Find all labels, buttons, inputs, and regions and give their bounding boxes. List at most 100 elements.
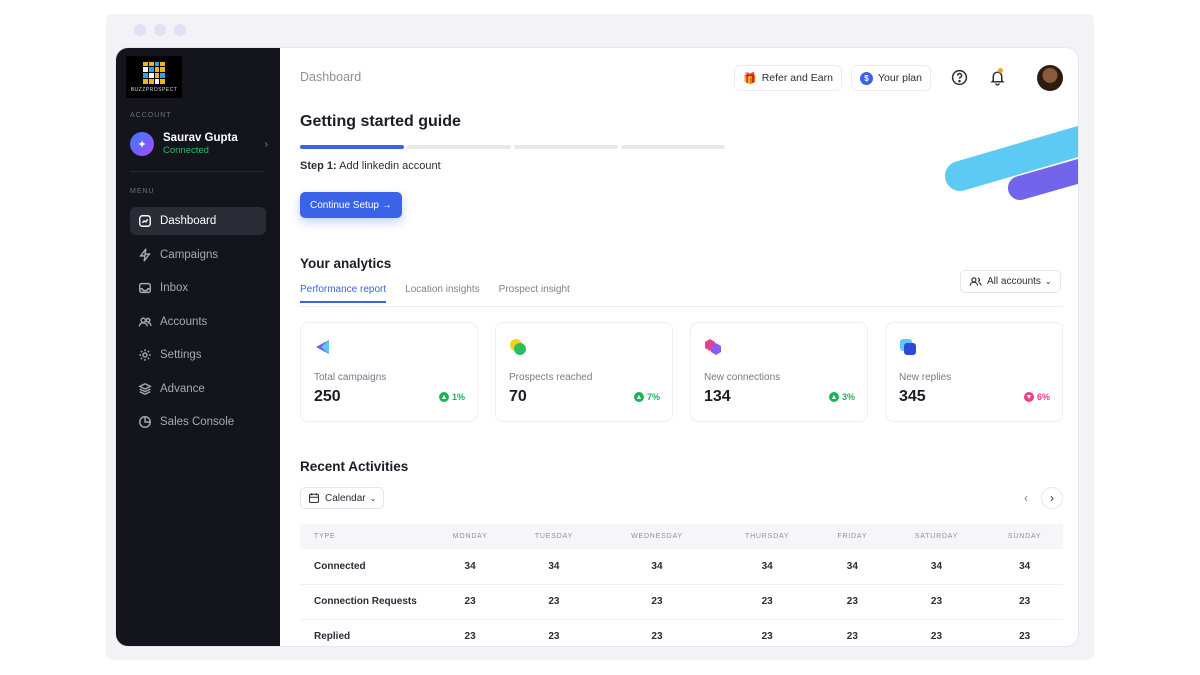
users-icon <box>969 277 982 286</box>
account-avatar: ✦ <box>130 132 154 156</box>
table-cell: 23 <box>716 584 819 620</box>
sidebar-item-settings[interactable]: Settings <box>130 341 266 369</box>
window-dot[interactable] <box>134 24 146 36</box>
user-avatar[interactable] <box>1037 65 1063 91</box>
stat-change-badge: ▲ 7% <box>633 392 660 402</box>
progress-step <box>407 145 511 149</box>
lightning-icon <box>139 247 151 262</box>
trend-up-icon: ▲ <box>438 392 449 402</box>
users-icon <box>138 316 152 326</box>
refer-label: Refer and Earn <box>761 72 833 84</box>
activity-type: Replied <box>300 619 430 646</box>
sidebar-item-advance[interactable]: Advance <box>130 375 266 403</box>
table-cell: 23 <box>716 619 819 646</box>
stat-cards: Total campaigns 250 ▲ 1% Prospects reache… <box>300 322 1063 422</box>
tab-performance-report[interactable]: Performance report <box>300 284 387 303</box>
stat-card-total-campaigns[interactable]: Total campaigns 250 ▲ 1% <box>300 322 478 422</box>
table-cell: 34 <box>818 549 887 585</box>
table-row[interactable]: Replied 23 23 23 23 23 23 23 <box>300 619 1063 646</box>
chevron-right-icon: › <box>264 138 268 150</box>
progress-step <box>621 145 725 149</box>
table-cell: 23 <box>510 619 598 646</box>
window-dot[interactable] <box>174 24 186 36</box>
notifications-button[interactable] <box>987 67 1007 87</box>
table-cell: 23 <box>818 584 887 620</box>
stat-label: Total campaigns <box>314 372 387 383</box>
dashboard-icon <box>139 215 151 227</box>
layers-icon <box>138 382 152 395</box>
analytics-tabs: Performance report Location insights Pro… <box>300 284 570 303</box>
stat-card-new-connections[interactable]: New connections 134 ▲ 3% <box>690 322 868 422</box>
guide-step: Step 1: Add linkedin account <box>300 160 441 172</box>
account-switcher[interactable]: ✦ Saurav Gupta Connected › <box>130 130 268 158</box>
stat-value: 70 <box>509 388 527 405</box>
chevron-down-icon: ⌄ <box>369 493 377 503</box>
stat-change: 6% <box>1036 392 1050 402</box>
menu-section-label: MENU <box>130 188 155 195</box>
table-cell: 34 <box>886 549 987 585</box>
calendar-label: Calendar <box>325 492 366 504</box>
stat-card-prospects-reached[interactable]: Prospects reached 70 ▲ 7% <box>495 322 673 422</box>
sidebar-item-inbox[interactable]: Inbox <box>130 274 266 302</box>
sidebar: BUZZPROSPECT ACCOUNT ✦ Saurav Gupta Conn… <box>116 48 280 646</box>
table-cell: 23 <box>430 584 511 620</box>
trend-up-icon: ▲ <box>633 392 644 402</box>
column-header: WEDNESDAY <box>631 533 683 540</box>
stat-change: 7% <box>646 392 660 402</box>
recent-activities-title: Recent Activities <box>300 459 409 474</box>
stat-change: 1% <box>451 392 465 402</box>
campaign-icon <box>316 340 329 354</box>
table-row[interactable]: Connected 34 34 34 34 34 34 34 <box>300 549 1063 585</box>
account-name: Saurav Gupta <box>163 131 238 144</box>
column-header: FRIDAY <box>837 533 868 540</box>
table-row[interactable]: Connection Requests 23 23 23 23 23 23 23 <box>300 584 1063 620</box>
help-button[interactable] <box>949 67 969 87</box>
stat-value: 134 <box>704 388 731 405</box>
sidebar-item-campaigns[interactable]: Campaigns <box>130 241 266 269</box>
table-cell: 34 <box>597 549 717 585</box>
table-cell: 23 <box>818 619 887 646</box>
guide-title: Getting started guide <box>300 113 461 130</box>
window-dot[interactable] <box>154 24 166 36</box>
calendar-view-dropdown[interactable]: Calendar ⌄ <box>300 487 385 509</box>
stat-card-new-replies[interactable]: New replies 345 ▼ 6% <box>885 322 1063 422</box>
table-cell: 23 <box>886 584 987 620</box>
continue-setup-button[interactable]: Continue Setup → <box>300 192 402 218</box>
accounts-filter-dropdown[interactable]: All accounts ⌄ <box>960 270 1061 293</box>
table-cell: 23 <box>986 619 1063 646</box>
tab-prospect-insight[interactable]: Prospect insight <box>499 284 570 303</box>
sidebar-item-accounts[interactable]: Accounts <box>130 308 266 336</box>
prev-page-button[interactable]: ‹ <box>1015 487 1037 509</box>
table-cell: 23 <box>597 584 717 620</box>
gift-icon: 🎁 <box>743 72 757 85</box>
chevron-right-icon: › <box>1050 491 1054 505</box>
refer-and-earn-button[interactable]: 🎁 Refer and Earn <box>734 65 842 91</box>
breadcrumb: Dashboard <box>300 70 362 84</box>
your-plan-button[interactable]: $ Your plan <box>851 65 931 91</box>
column-header: SATURDAY <box>914 533 959 540</box>
column-header: SUNDAY <box>1007 533 1042 540</box>
stat-change-badge: ▲ 3% <box>828 392 855 402</box>
activity-type: Connected <box>300 549 430 585</box>
step-prefix: Step 1: <box>300 160 337 172</box>
sidebar-item-dashboard[interactable]: Dashboard <box>130 207 266 235</box>
sidebar-item-label: Accounts <box>160 315 208 328</box>
sidebar-item-label: Sales Console <box>160 416 235 428</box>
stat-change-badge: ▼ 6% <box>1023 392 1050 402</box>
help-icon <box>951 69 967 85</box>
tab-location-insights[interactable]: Location insights <box>405 284 480 303</box>
plan-label: Your plan <box>878 72 922 84</box>
sidebar-nav: Dashboard Campaigns Inbox Accounts Setti… <box>130 207 266 442</box>
sidebar-item-label: Campaigns <box>160 248 219 261</box>
sidebar-item-sales-console[interactable]: Sales Console <box>130 408 266 436</box>
step-text: Add linkedin account <box>339 160 441 172</box>
trend-down-icon: ▼ <box>1023 392 1034 402</box>
table-cell: 34 <box>430 549 511 585</box>
stat-label: Prospects reached <box>509 372 593 383</box>
sidebar-item-label: Dashboard <box>160 215 217 227</box>
next-page-button[interactable]: › <box>1041 487 1063 509</box>
analytics-title: Your analytics <box>300 256 392 271</box>
chevron-down-icon: ⌄ <box>1044 277 1052 286</box>
progress-step <box>300 145 404 149</box>
brand-logo[interactable]: BUZZPROSPECT <box>126 56 182 98</box>
